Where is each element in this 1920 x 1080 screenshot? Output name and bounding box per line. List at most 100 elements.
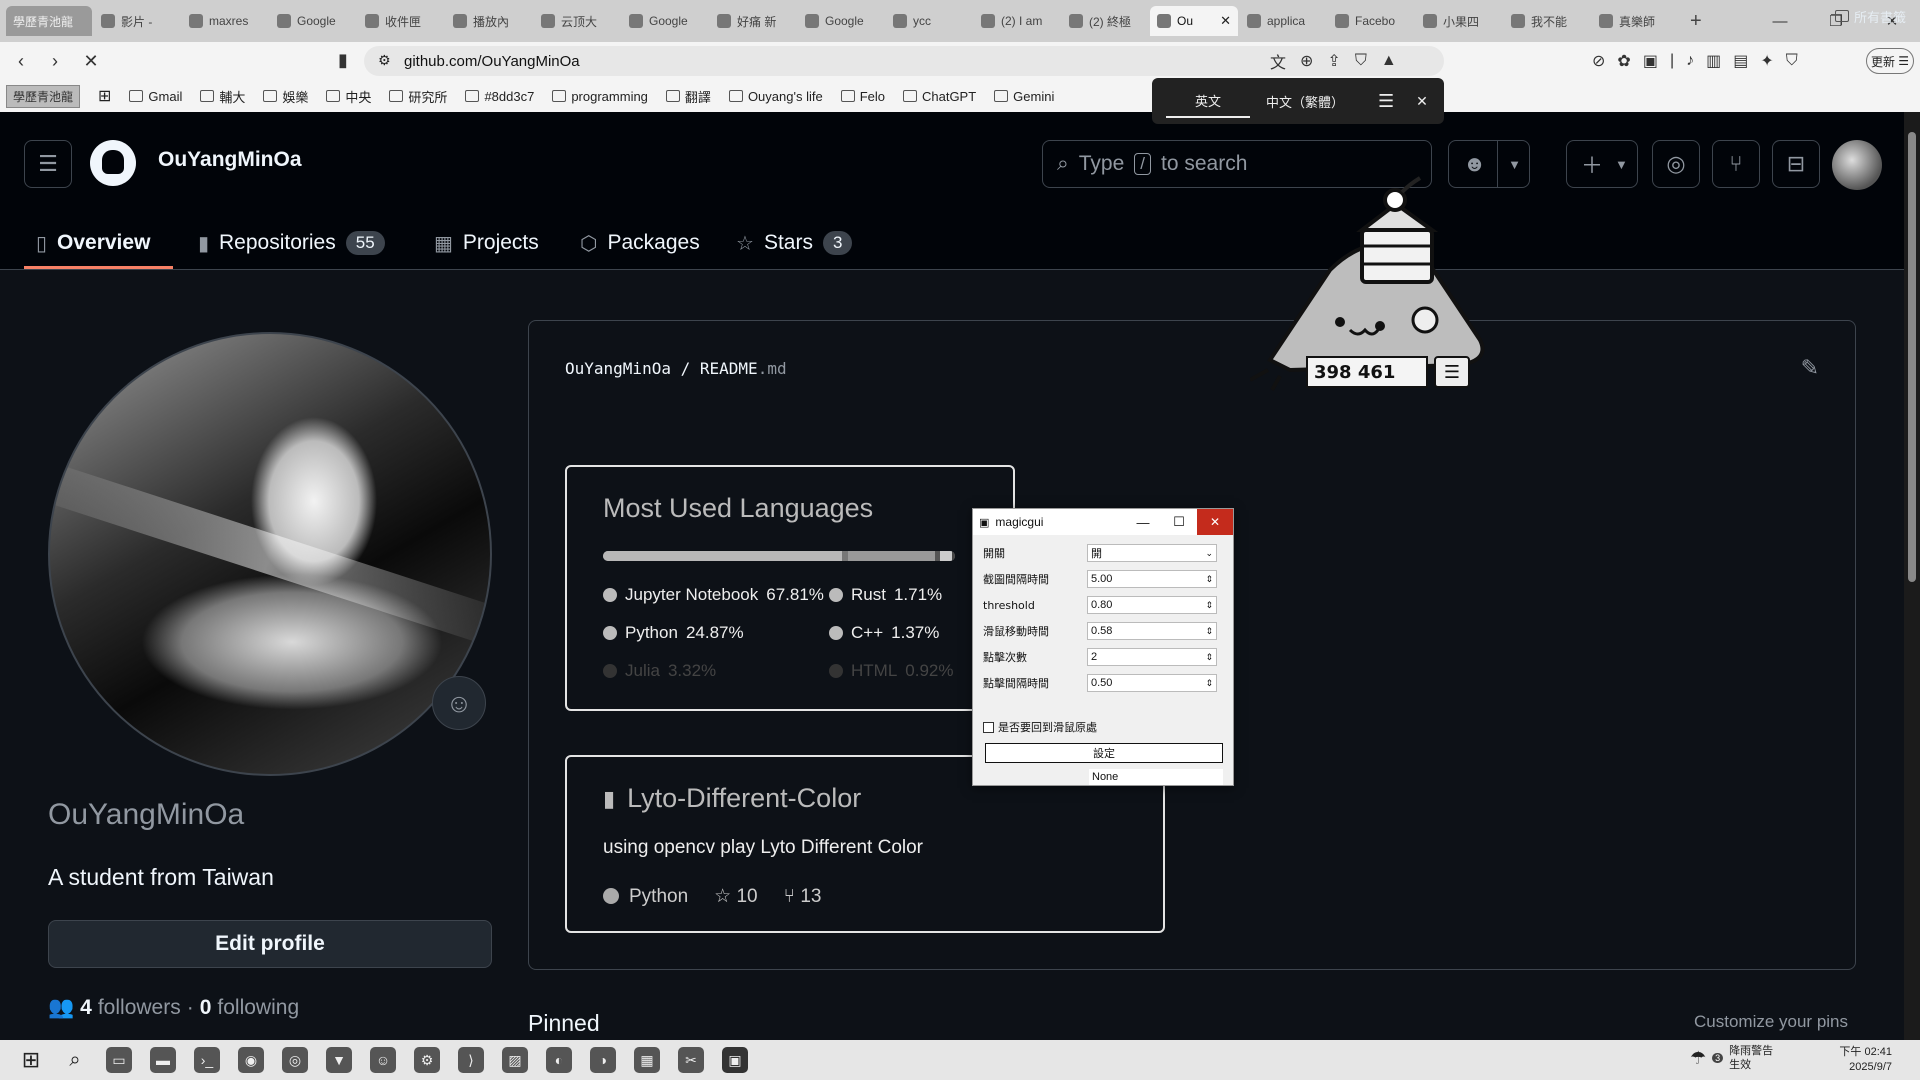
bookmark-item[interactable]: 輔大 (200, 87, 245, 106)
minimize-button[interactable]: — (1752, 13, 1808, 30)
bookmark-item[interactable]: #8dd3c7 (465, 89, 534, 104)
translate-menu-icon[interactable]: ☰ (1378, 91, 1394, 112)
magicgui-titlebar[interactable]: ▣ magicgui — ☐ ✕ (973, 509, 1233, 535)
github-logo-icon[interactable] (90, 140, 136, 186)
site-info-icon[interactable]: ⚙ (378, 52, 391, 69)
vscode-icon[interactable]: ⟩ (458, 1047, 484, 1073)
update-button[interactable]: 更新 ☰ (1866, 48, 1914, 74)
bookmark-item[interactable]: 翻譯 (665, 87, 711, 106)
zoom-icon[interactable]: ⊕ (1300, 51, 1313, 71)
browser-tab[interactable]: ycc (886, 6, 972, 36)
bookmark-item[interactable]: Ouyang's life (728, 89, 823, 104)
param-spinbox[interactable]: 0.50 ⇕ (1087, 674, 1217, 692)
browser-tab[interactable]: 播放內 (446, 6, 532, 36)
translate-lang-target[interactable]: 中文（繁體） (1250, 86, 1360, 117)
steam-icon[interactable]: ⚙ (414, 1047, 440, 1073)
repo-title[interactable]: ▮ Lyto-Different-Color (603, 783, 861, 814)
spin-arrows-icon[interactable]: ⇕ (1205, 600, 1213, 611)
translate-icon[interactable]: 文 (1270, 49, 1286, 73)
following-link[interactable]: following (217, 996, 299, 1020)
all-bookmarks[interactable]: 所有書籤 (1834, 0, 1906, 32)
spin-arrows-icon[interactable]: ⇕ (1205, 678, 1213, 689)
wallet-icon[interactable]: ▤ (1733, 51, 1748, 71)
block-icon[interactable]: ⊘ (1592, 51, 1605, 71)
param-spinbox[interactable]: 2 ⇕ (1087, 648, 1217, 666)
browser-tab[interactable]: maxres (182, 6, 268, 36)
browser-tab[interactable]: Facebo (1328, 6, 1414, 36)
browser-tab[interactable]: Google (270, 6, 356, 36)
capcut-icon[interactable]: ✂ (678, 1047, 704, 1073)
music-icon[interactable]: ♪ (1686, 52, 1694, 70)
screenshot-icon[interactable]: ▣ (1643, 51, 1658, 71)
browser-tab[interactable]: applica (1240, 6, 1326, 36)
browser-tab[interactable]: 我不能 (1504, 6, 1590, 36)
bookmark-item[interactable]: Gemini (994, 89, 1054, 104)
chrome-icon[interactable]: ◎ (282, 1047, 308, 1073)
translate-lang-source[interactable]: 英文 (1166, 85, 1250, 118)
followers-link[interactable]: followers (98, 996, 181, 1020)
param-spinbox[interactable]: 5.00 ⇕ (1087, 570, 1217, 588)
bookmark-item[interactable]: 娛樂 (263, 87, 308, 106)
browser-tab[interactable]: 好痛 新 (710, 6, 796, 36)
tab-repositories[interactable]: ▮ Repositories 55 (198, 226, 385, 260)
browser-tab[interactable]: (2) 終極 (1062, 6, 1148, 36)
discord-icon[interactable]: ☺ (370, 1047, 396, 1073)
browser-tab[interactable]: 云顶大 (534, 6, 620, 36)
app-icon[interactable]: ◑ (590, 1047, 616, 1073)
tab-overview[interactable]: ▯ Overview (36, 226, 150, 260)
bookmark-icon[interactable]: ▮ (330, 50, 356, 71)
forward-icon[interactable]: › (42, 51, 68, 72)
search-icon[interactable]: ⌕ (62, 1047, 88, 1073)
clock[interactable]: 下午 02:41 2025/9/7 (1839, 1045, 1892, 1075)
header-username[interactable]: OuYangMinOa (158, 148, 302, 172)
terminal-icon[interactable]: ›_ (194, 1047, 220, 1073)
page-scrollbar[interactable] (1904, 112, 1920, 1040)
magicgui-taskbar-icon[interactable]: ▣ (722, 1047, 748, 1073)
pull-requests-icon[interactable]: ⑂ (1712, 140, 1760, 188)
brave-shield-icon[interactable]: ⛉ (1355, 52, 1367, 70)
ai-icon[interactable]: ✦ (1760, 51, 1773, 71)
readme-owner[interactable]: OuYangMinOa (565, 359, 671, 378)
create-new-button[interactable]: ＋ ▼ (1566, 140, 1638, 188)
repo-stars[interactable]: ☆ 10 (714, 885, 757, 908)
followers-count[interactable]: 4 (80, 996, 92, 1020)
param-spinbox[interactable]: 0.80 ⇕ (1087, 596, 1217, 614)
profile-avatar[interactable] (48, 332, 492, 776)
browser-tab[interactable]: Google (622, 6, 708, 36)
rewards-icon[interactable]: ▲ (1381, 52, 1397, 70)
tab-stars[interactable]: ☆ Stars 3 (736, 226, 853, 260)
tab-projects[interactable]: ▦ Projects (434, 226, 539, 260)
close-icon[interactable]: ✕ (1197, 509, 1233, 535)
issues-icon[interactable]: ◎ (1652, 140, 1700, 188)
edit-pencil-icon[interactable]: ✎ (1801, 355, 1819, 381)
vpn-icon[interactable]: ⛉ (1786, 52, 1798, 70)
browser-tab[interactable]: 影片 - (94, 6, 180, 36)
bookmark-item[interactable]: 中央 (326, 87, 371, 106)
bookmark-item[interactable]: ⊞ (98, 86, 111, 106)
browser-tab[interactable]: (2) I am (974, 6, 1060, 36)
set-button[interactable]: 設定 (985, 743, 1223, 763)
bookmark-item[interactable]: Gmail (129, 89, 182, 104)
bookmark-item[interactable]: Felo (840, 89, 885, 104)
browser-tab[interactable]: 學歷青池龍 (6, 6, 92, 36)
edit-profile-button[interactable]: Edit profile (48, 920, 492, 968)
photos-icon[interactable]: ▨ (502, 1047, 528, 1073)
new-tab-button[interactable]: + (1690, 10, 1702, 33)
extensions-icon[interactable]: ✿ (1617, 51, 1630, 71)
return-mouse-checkbox[interactable]: 是否要回到滑鼠原處 (983, 719, 1097, 735)
image-viewer-icon[interactable]: ▦ (634, 1047, 660, 1073)
weather-widget[interactable]: ☂ 3 降雨警告 生效 (1690, 1044, 1773, 1072)
bookmark-item[interactable]: programming (552, 89, 648, 104)
back-icon[interactable]: ‹ (8, 51, 34, 72)
sidebar-icon[interactable]: ▥ (1706, 51, 1721, 71)
bookmark-item[interactable]: 學歷青池龍 (6, 84, 81, 108)
brave-icon[interactable]: ▼ (326, 1047, 352, 1073)
bookmark-item[interactable]: ChatGPT (902, 89, 976, 104)
chevron-down-icon[interactable]: ⌄ (1205, 548, 1213, 559)
set-status-smiley-icon[interactable]: ☺ (432, 676, 486, 730)
spin-arrows-icon[interactable]: ⇕ (1205, 652, 1213, 663)
browser-tab[interactable]: 收件匣 (358, 6, 444, 36)
tab-close-icon[interactable]: ✕ (1220, 13, 1231, 29)
menu-icon[interactable]: ☰ (24, 140, 72, 188)
counter-list-icon[interactable]: ☰ (1434, 356, 1470, 388)
